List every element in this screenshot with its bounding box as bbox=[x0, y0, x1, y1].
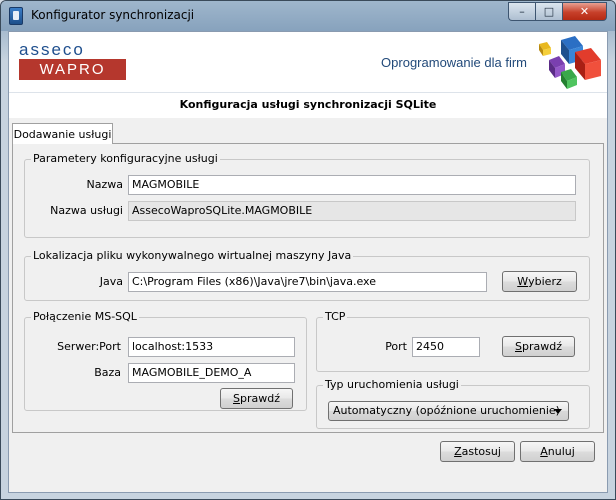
dialog-client: asseco WAPRO Oprogramowanie dla firm Kon… bbox=[8, 31, 608, 493]
window-title: Konfigurator synchronizacji bbox=[31, 8, 195, 22]
mssql-group: Połączenie MS-SQL Serwer:Port localhost:… bbox=[24, 310, 307, 411]
startup-type-dropdown[interactable]: Automatyczny (opóźnione uruchomienie) bbox=[328, 401, 569, 421]
heading-bar: Konfiguracja usługi synchronizacji SQLit… bbox=[9, 92, 607, 118]
java-label: Java bbox=[99, 275, 123, 288]
port-label: Port bbox=[385, 340, 407, 353]
caption-buttons: – □ ✕ bbox=[508, 2, 607, 21]
apply-mnemonic: Z bbox=[454, 445, 462, 458]
service-name-label: Nazwa usługi bbox=[50, 204, 123, 217]
database-field[interactable]: MAGMOBILE_DEMO_A bbox=[128, 363, 295, 383]
startup-group-title: Typ uruchomienia usługi bbox=[323, 378, 461, 392]
java-path-field[interactable]: C:\Program Files (x86)\Java\jre7\bin\jav… bbox=[128, 272, 487, 292]
apply-button[interactable]: Zastosuj bbox=[440, 441, 515, 462]
page-heading: Konfiguracja usługi synchronizacji SQLit… bbox=[179, 98, 437, 111]
mssql-check-label: prawdź bbox=[239, 392, 280, 405]
mssql-group-title: Połączenie MS-SQL bbox=[31, 310, 139, 324]
maximize-icon: □ bbox=[543, 5, 555, 18]
port-field[interactable]: 2450 bbox=[412, 337, 480, 357]
tcp-check-label: prawdź bbox=[521, 340, 562, 353]
app-window: Konfigurator synchronizacji – □ ✕ asseco… bbox=[0, 0, 616, 500]
database-label: Baza bbox=[94, 366, 121, 379]
tcp-group-title: TCP bbox=[323, 310, 348, 324]
close-icon: ✕ bbox=[579, 5, 590, 18]
browse-mnemonic: W bbox=[517, 275, 529, 288]
java-group-title: Lokalizacja pliku wykonywalnego wirtualn… bbox=[31, 249, 354, 263]
browse-label: ybierz bbox=[528, 275, 562, 288]
tcp-check-mnemonic: S bbox=[515, 340, 522, 353]
tab-label: Dodawanie usługi bbox=[13, 127, 112, 141]
name-label: Nazwa bbox=[86, 178, 123, 191]
startup-group: Typ uruchomienia usługi Automatyczny (op… bbox=[316, 378, 590, 429]
tab-dodawanie-uslugi[interactable]: Dodawanie usługi bbox=[12, 123, 113, 144]
service-name-field: AssecoWaproSQLite.MAGMOBILE bbox=[128, 201, 576, 221]
asseco-logo: asseco bbox=[19, 40, 85, 59]
cancel-label: nuluj bbox=[547, 445, 575, 458]
browse-button[interactable]: Wybierz bbox=[502, 271, 577, 292]
server-port-label: Serwer:Port bbox=[57, 340, 121, 353]
app-icon[interactable] bbox=[9, 7, 23, 25]
chevron-down-icon bbox=[554, 409, 562, 414]
server-port-field[interactable]: localhost:1533 bbox=[128, 337, 295, 357]
cubes-logo-icon bbox=[539, 36, 601, 89]
tcp-check-button[interactable]: Sprawdź bbox=[502, 336, 575, 357]
name-field[interactable]: MAGMOBILE bbox=[128, 175, 576, 195]
minimize-icon: – bbox=[519, 5, 525, 18]
banner: asseco WAPRO Oprogramowanie dla firm bbox=[9, 32, 607, 92]
banner-slogan: Oprogramowanie dla firm bbox=[381, 55, 527, 70]
tab-page: Parametery konfiguracyjne usługi Nazwa M… bbox=[12, 143, 604, 433]
mssql-check-button[interactable]: Sprawdź bbox=[220, 388, 293, 409]
apply-label: astosuj bbox=[461, 445, 501, 458]
params-group: Parametery konfiguracyjne usługi Nazwa M… bbox=[24, 152, 590, 238]
close-button[interactable]: ✕ bbox=[562, 2, 607, 21]
cancel-button[interactable]: Anuluj bbox=[520, 441, 595, 462]
title-bar[interactable]: Konfigurator synchronizacji – □ ✕ bbox=[1, 1, 615, 31]
minimize-button[interactable]: – bbox=[508, 2, 535, 21]
mssql-check-mnemonic: S bbox=[233, 392, 240, 405]
startup-type-value: Automatyczny (opóźnione uruchomienie) bbox=[333, 404, 560, 417]
tcp-group: TCP Port 2450 Sprawdź bbox=[316, 310, 590, 372]
maximize-button[interactable]: □ bbox=[535, 2, 562, 21]
wapro-logo: WAPRO bbox=[19, 59, 126, 80]
params-group-title: Parametery konfiguracyjne usługi bbox=[31, 152, 220, 166]
cancel-mnemonic: A bbox=[540, 445, 548, 458]
java-group: Lokalizacja pliku wykonywalnego wirtualn… bbox=[24, 249, 590, 301]
